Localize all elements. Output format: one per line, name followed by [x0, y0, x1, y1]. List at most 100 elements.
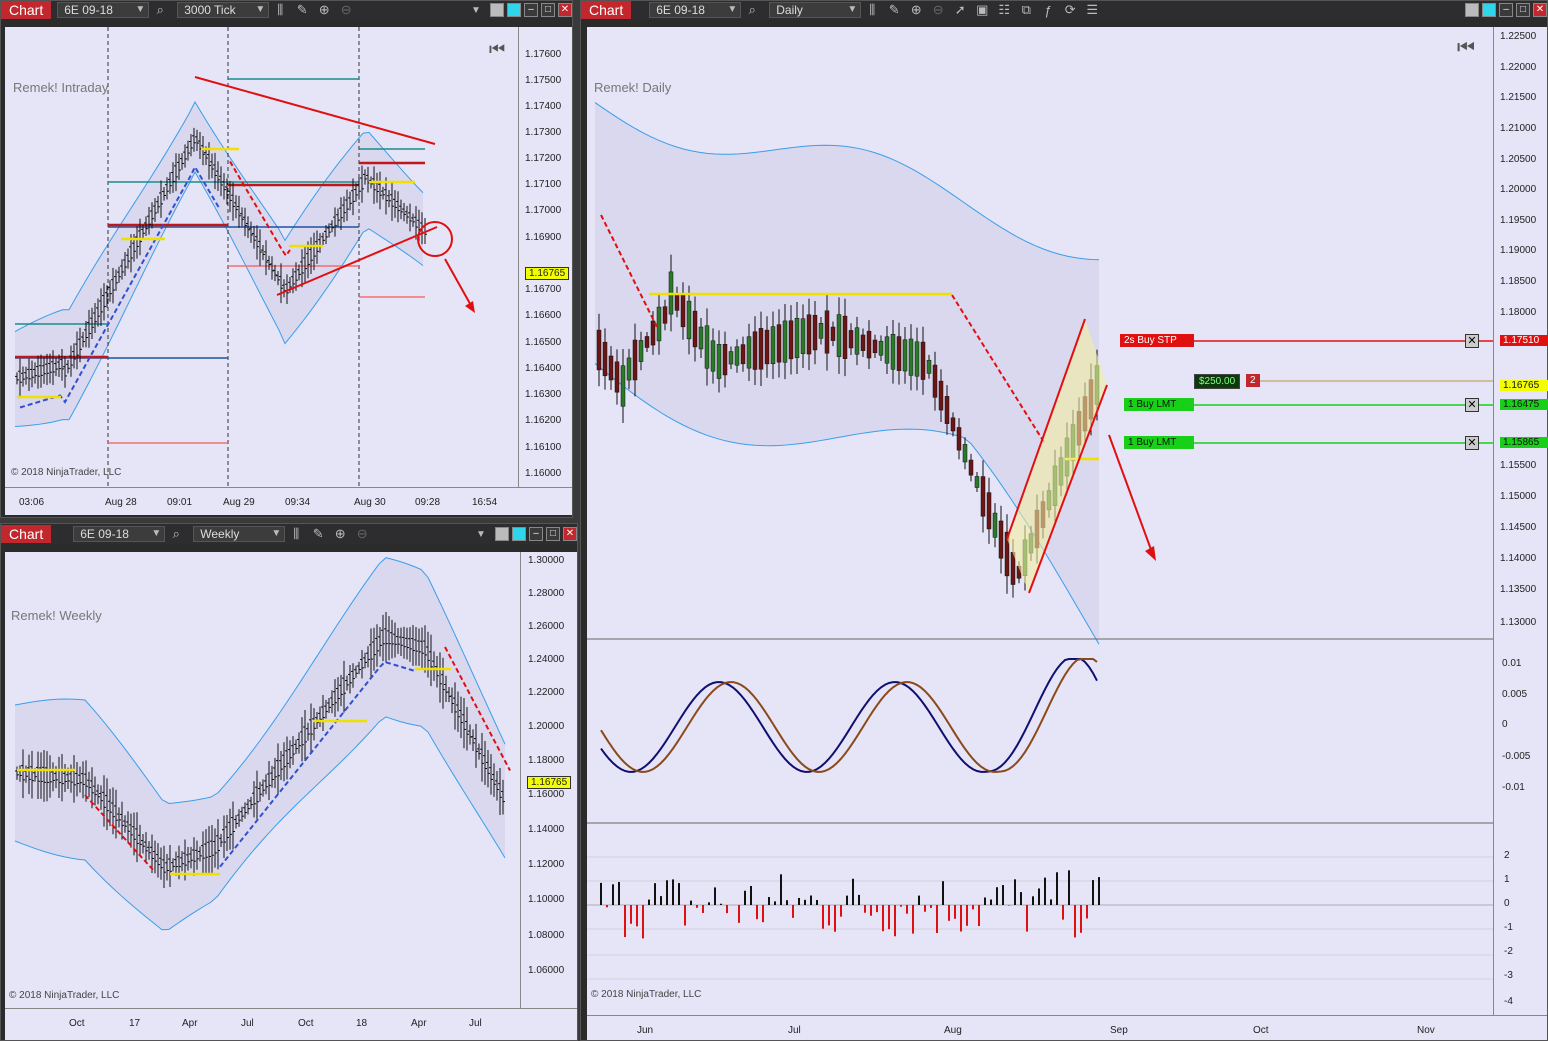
- zoom-out-icon[interactable]: ⊖: [351, 526, 373, 542]
- price-tick-label: 1.15500: [1500, 460, 1537, 471]
- close-button[interactable]: ✕: [558, 3, 572, 17]
- minimize-button[interactable]: –: [1499, 3, 1513, 17]
- order-stop-label[interactable]: 2s Buy STP: [1120, 334, 1194, 347]
- chart-menu-button[interactable]: Chart: [1, 525, 52, 543]
- zoom-out-icon[interactable]: ⊖: [927, 2, 949, 18]
- window-gray-button[interactable]: [1465, 3, 1479, 17]
- price-tick-label: 1: [1504, 874, 1510, 885]
- price-tick-label: 1.16400: [525, 363, 562, 374]
- cancel-order-icon[interactable]: ✕: [1465, 398, 1479, 412]
- close-button[interactable]: ✕: [563, 527, 577, 541]
- weekly-plot-area[interactable]: Remek! Weekly © 2018 NinjaTrader, LLC: [5, 552, 520, 1008]
- chevron-down-icon: ▼: [151, 528, 162, 539]
- bar-style-icon[interactable]: ⫼: [861, 2, 883, 18]
- maximize-button[interactable]: □: [1516, 3, 1530, 17]
- zoom-out-icon[interactable]: ⊖: [335, 2, 357, 18]
- dropdown-icon[interactable]: ▼: [465, 5, 487, 16]
- link-color-button[interactable]: [507, 3, 521, 17]
- candle-body: [854, 327, 860, 355]
- candle-body: [608, 355, 614, 381]
- candle-body: [872, 339, 878, 354]
- instrument-selector[interactable]: 6E 09-18 ▼: [57, 2, 150, 18]
- time-tick-label: Aug 28: [105, 497, 137, 508]
- position-qty-label[interactable]: 2: [1246, 374, 1260, 387]
- price-tick-label: 1.14000: [528, 824, 565, 835]
- chart-trader-icon[interactable]: ⧉: [1015, 2, 1037, 18]
- drawing-tool-icon[interactable]: ✎: [883, 2, 905, 18]
- window-gray-button[interactable]: [495, 527, 509, 541]
- scroll-to-end-icon[interactable]: ⏮: [489, 39, 505, 60]
- chart-menu-button[interactable]: Chart: [1, 1, 52, 19]
- price-tick-label: 1.24000: [528, 654, 565, 665]
- candle-body: [782, 320, 788, 363]
- zoom-in-icon[interactable]: ⊕: [905, 2, 927, 18]
- last-price-tag[interactable]: 1.16765: [527, 776, 572, 789]
- last-price-tag[interactable]: 1.16765: [525, 267, 570, 280]
- snapshot-icon[interactable]: ▣: [971, 2, 993, 18]
- bar-style-icon[interactable]: ⫼: [269, 2, 291, 18]
- minimize-button[interactable]: –: [524, 3, 538, 17]
- price-tick-label: 1.18000: [528, 755, 565, 766]
- price-tick-label: 1.12000: [528, 859, 565, 870]
- intraday-time-axis[interactable]: 03:06 Aug 28 09:01 Aug 29 09:34 Aug 30 09:28 16…: [5, 487, 572, 515]
- candle-body: [794, 317, 800, 359]
- window-gray-button[interactable]: [490, 3, 504, 17]
- link-color-button[interactable]: [1482, 3, 1496, 17]
- drawing-tool-icon[interactable]: ✎: [291, 2, 313, 18]
- price-tick-label: 1.21000: [1500, 123, 1537, 134]
- period-value: 3000 Tick: [184, 3, 236, 17]
- position-pnl-label[interactable]: $250.00: [1194, 374, 1241, 389]
- minimize-button[interactable]: –: [529, 527, 543, 541]
- search-icon[interactable]: ⌕: [165, 526, 187, 542]
- search-icon[interactable]: ⌕: [149, 2, 171, 18]
- maximize-button[interactable]: □: [541, 3, 555, 17]
- candle-body: [950, 417, 956, 432]
- period-selector[interactable]: Weekly ▼: [193, 526, 286, 542]
- search-icon[interactable]: ⌕: [741, 2, 763, 18]
- data-box-icon[interactable]: ☷: [993, 2, 1015, 18]
- candle-body: [986, 492, 992, 530]
- cancel-order-icon[interactable]: ✕: [1465, 334, 1479, 348]
- time-tick-label: Jun: [637, 1025, 654, 1036]
- price-tick-label: 1.16100: [525, 442, 562, 453]
- weekly-time-axis[interactable]: Oct 17 Apr Jul Oct 18 Apr Jul: [5, 1008, 577, 1040]
- bar-style-icon[interactable]: ⫼: [285, 526, 307, 542]
- link-color-button[interactable]: [512, 527, 526, 541]
- daily-price-axis[interactable]: 1.22500 1.22000 1.21500 1.21000 1.20500 1.200…: [1493, 27, 1548, 1015]
- order-price-tag[interactable]: 1.17510: [1500, 335, 1548, 346]
- period-selector[interactable]: Daily ▼: [769, 2, 862, 18]
- intraday-plot-area[interactable]: Remek! Intraday © 2018 NinjaTrader, LLC …: [5, 27, 518, 487]
- zoom-in-icon[interactable]: ⊕: [329, 526, 351, 542]
- period-selector[interactable]: 3000 Tick ▼: [177, 2, 270, 18]
- time-tick-label: Jul: [469, 1018, 482, 1029]
- order-limit-label-1[interactable]: 1 Buy LMT: [1124, 398, 1194, 411]
- candle-body: [704, 325, 710, 369]
- last-price-tag[interactable]: 1.16765: [1500, 380, 1548, 391]
- scroll-to-end-icon[interactable]: ⏮: [1457, 37, 1475, 60]
- copyright-text: © 2018 NinjaTrader, LLC: [11, 467, 122, 478]
- zoom-in-icon[interactable]: ⊕: [313, 2, 335, 18]
- weekly-price-axis[interactable]: 1.30000 1.28000 1.26000 1.24000 1.22000 1.200…: [520, 552, 577, 1008]
- close-button[interactable]: ✕: [1533, 3, 1547, 17]
- order-price-tag[interactable]: 1.16475: [1500, 399, 1548, 410]
- drawing-tool-icon[interactable]: ✎: [307, 526, 329, 542]
- properties-icon[interactable]: ☰: [1081, 2, 1103, 18]
- strategies-icon[interactable]: ⟳: [1059, 2, 1081, 18]
- intraday-price-axis[interactable]: 1.17600 1.17500 1.17400 1.17300 1.17200 1.171…: [518, 27, 572, 487]
- order-price-tag[interactable]: 1.15865: [1500, 437, 1548, 448]
- candle-body: [932, 364, 938, 398]
- instrument-selector[interactable]: 6E 09-18 ▼: [649, 2, 742, 18]
- daily-time-axis[interactable]: Jun Jul Aug Sep Oct Nov: [587, 1015, 1547, 1040]
- daily-plot-area[interactable]: Remek! Daily © 2018 NinjaTrader, LLC ⏮ 2…: [587, 27, 1493, 1015]
- time-tick-label: 09:34: [285, 497, 311, 508]
- instrument-selector[interactable]: 6E 09-18 ▼: [73, 526, 166, 542]
- pointer-icon[interactable]: ➚: [949, 2, 971, 18]
- chart-menu-button[interactable]: Chart: [581, 1, 632, 19]
- price-tick-label: 1.06000: [528, 965, 565, 976]
- maximize-button[interactable]: □: [546, 527, 560, 541]
- order-limit-label-2[interactable]: 1 Buy LMT: [1124, 436, 1194, 449]
- cancel-order-icon[interactable]: ✕: [1465, 436, 1479, 450]
- indicators-icon[interactable]: ƒ: [1037, 3, 1059, 18]
- period-value: Daily: [776, 3, 803, 17]
- dropdown-icon[interactable]: ▼: [470, 529, 492, 540]
